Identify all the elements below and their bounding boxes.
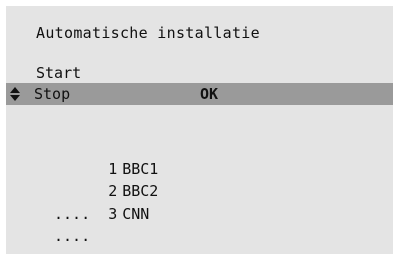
tv-menu-screen: Automatische installatie Start Stop OK 1… bbox=[6, 6, 393, 254]
channel-name: BBC1 bbox=[122, 159, 159, 178]
channel-list-more: .... bbox=[54, 227, 91, 245]
menu-item-start[interactable]: Start bbox=[36, 64, 81, 82]
channel-list: 1 BBC1 2 BBC2 3 CNN .... .... bbox=[54, 135, 158, 248]
channel-name: CNN bbox=[122, 204, 150, 223]
channel-number: 3 bbox=[108, 204, 118, 223]
ok-prompt: OK bbox=[200, 85, 219, 103]
up-down-arrow-icon bbox=[10, 87, 20, 101]
channel-number: 2 bbox=[108, 182, 118, 200]
menu-title: Automatische installatie bbox=[36, 24, 260, 42]
menu-item-stop-row[interactable]: Stop OK bbox=[6, 83, 393, 105]
channel-name: BBC2 bbox=[122, 182, 159, 200]
channel-number: 1 bbox=[108, 159, 118, 178]
channel-item: 1 BBC1 bbox=[54, 135, 158, 178]
menu-item-stop[interactable]: Stop bbox=[34, 85, 70, 103]
